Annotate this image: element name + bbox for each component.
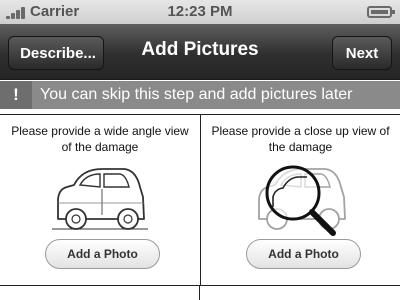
magnifier-car-icon: [258, 165, 346, 236]
close-up-panel: Please provide a close up view of the da…: [200, 115, 400, 286]
alert-icon: !: [0, 81, 32, 109]
close-up-instruction: Please provide a close up view of the da…: [211, 124, 390, 154]
panel-divider: [199, 286, 200, 300]
wide-angle-panel: Please provide a wide angle view of the …: [0, 115, 200, 286]
status-time: 12:23 PM: [167, 3, 233, 20]
wide-angle-instruction: Please provide a wide angle view of the …: [11, 124, 189, 154]
notice-banner: ! You can skip this step and add picture…: [0, 81, 400, 109]
battery-icon: [367, 6, 395, 18]
status-bar: Carrier 12:23 PM: [0, 0, 400, 24]
navigation-bar: Describe... Add Pictures Next: [0, 24, 400, 80]
car-icon: [52, 168, 148, 230]
panel-row: Please provide a wide angle view of the …: [0, 114, 400, 286]
notice-text: You can skip this step and add pictures …: [40, 86, 353, 103]
add-close-up-photo-button[interactable]: Add a Photo: [246, 239, 361, 269]
next-button[interactable]: Next: [332, 36, 392, 70]
photo-panels: Please provide a wide angle view of the …: [0, 114, 400, 300]
add-wide-angle-photo-button[interactable]: Add a Photo: [45, 239, 160, 269]
